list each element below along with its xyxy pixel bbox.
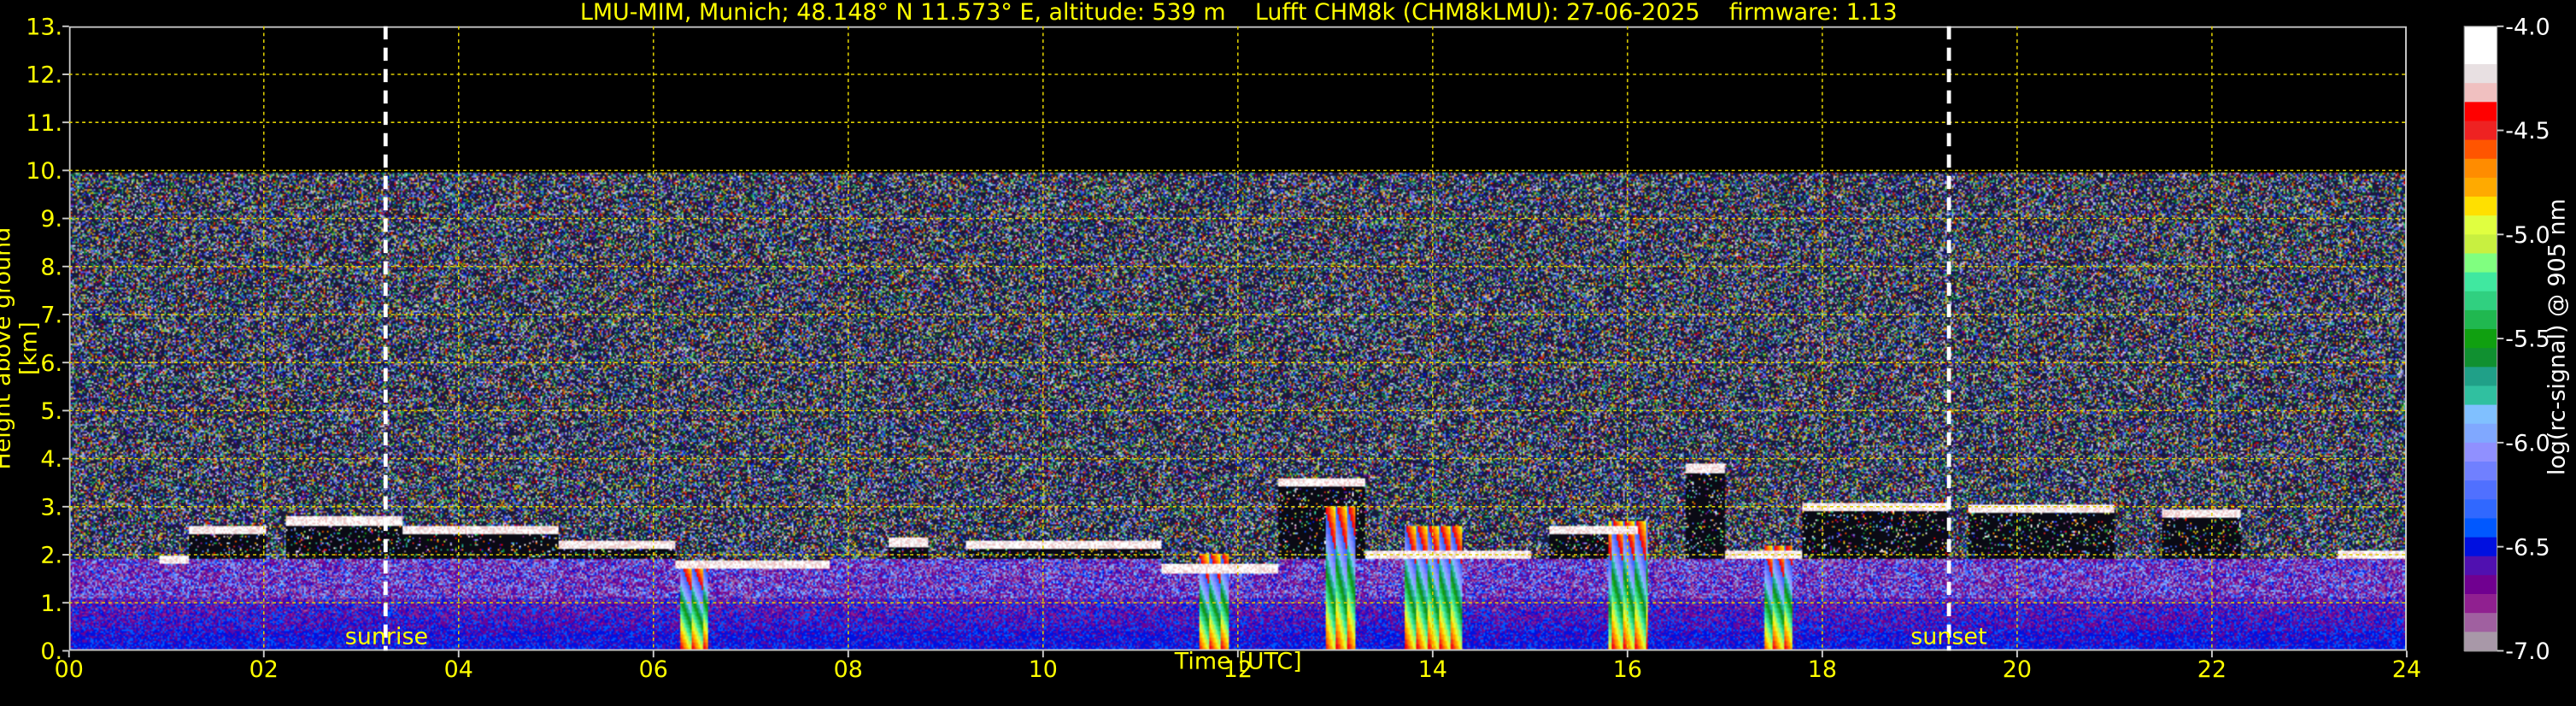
y-tick-label: 13.	[26, 14, 62, 40]
colorbar-label: log(rc-signal) @ 905 nm	[2544, 189, 2571, 485]
colorbar-swatch	[2464, 518, 2497, 538]
colorbar-swatch	[2464, 121, 2497, 140]
colorbar-swatch	[2464, 556, 2497, 576]
x-tick-label: 16	[1613, 656, 1642, 683]
y-tick-label: 0.	[40, 638, 62, 665]
colorbar-swatch	[2464, 613, 2497, 632]
colorbar-swatch	[2464, 159, 2497, 179]
colorbar-swatch	[2464, 385, 2497, 405]
colorbar-swatch	[2464, 594, 2497, 614]
colorbar-swatch	[2464, 83, 2497, 103]
x-tick-label: 08	[834, 656, 863, 683]
x-tick-label: 10	[1029, 656, 1058, 683]
x-tick-label: 24	[2392, 656, 2421, 683]
y-tick-label: 8.	[40, 254, 62, 280]
x-axis-label: Time [UTC]	[1175, 650, 1302, 676]
colorbar-swatch	[2464, 424, 2497, 444]
x-tick-label: 02	[249, 656, 279, 683]
y-tick-label: 7.	[40, 303, 62, 329]
colorbar-swatch	[2464, 178, 2497, 197]
colorbar-swatch	[2464, 405, 2497, 425]
y-tick-label: 3.	[40, 494, 62, 521]
x-tick-label: 14	[1418, 656, 1447, 683]
colorbar-tick-label: -5.0	[2505, 222, 2550, 249]
y-tick-label: 4.	[40, 446, 62, 473]
y-tick-label: 10.	[26, 158, 62, 185]
x-tick-label: 20	[2003, 656, 2032, 683]
colorbar-swatch	[2464, 499, 2497, 519]
ceilometer-figure: LMU-MIM, Munich; 48.148° N 11.573° E, al…	[0, 0, 2576, 705]
colorbar-swatch	[2464, 26, 2497, 46]
colorbar-tick-label: -5.5	[2505, 327, 2550, 353]
colorbar-swatch	[2464, 443, 2497, 462]
colorbar-swatch	[2464, 348, 2497, 368]
colorbar-tick-label: -4.0	[2505, 14, 2550, 40]
x-tick-label: 06	[639, 656, 668, 683]
y-tick-label: 9.	[40, 206, 62, 232]
sunrise-label: sunrise	[345, 625, 428, 651]
colorbar-swatch	[2464, 367, 2497, 386]
y-tick-label: 11.	[26, 110, 62, 137]
colorbar-swatch	[2464, 480, 2497, 500]
colorbar-swatch	[2464, 310, 2497, 330]
x-tick-label: 18	[1808, 656, 1837, 683]
colorbar-swatch	[2464, 64, 2497, 84]
colorbar-tick-label: -4.5	[2505, 118, 2550, 144]
colorbar-swatch	[2464, 632, 2497, 651]
axes: 00 02 04 06 08 10 12 14 16 18 20 22 240.1.2.3.4.5.6.…	[0, 0, 2576, 705]
colorbar-swatch	[2464, 45, 2497, 65]
colorbar-swatch	[2464, 575, 2497, 595]
y-tick-label: 12.	[26, 62, 62, 89]
colorbar-swatch	[2464, 273, 2497, 292]
colorbar-swatch	[2464, 329, 2497, 349]
y-axis-label: Height above ground [km]	[0, 201, 43, 497]
y-tick-label: 1.	[40, 591, 62, 617]
colorbar-swatch	[2464, 291, 2497, 311]
colorbar-tick-label: -6.0	[2505, 430, 2550, 456]
x-tick-label: 22	[2198, 656, 2227, 683]
x-tick-label: 04	[444, 656, 473, 683]
colorbar-swatch	[2464, 140, 2497, 160]
colorbar-swatch	[2464, 234, 2497, 254]
sunset-label: sunset	[1910, 625, 1986, 651]
colorbar-tick-label: -6.5	[2505, 534, 2550, 561]
colorbar-swatch	[2464, 253, 2497, 273]
colorbar-swatch	[2464, 462, 2497, 481]
colorbar-swatch	[2464, 538, 2497, 557]
y-tick-label: 5.	[40, 398, 62, 425]
colorbar-swatch	[2464, 197, 2497, 216]
colorbar-tick-label: -7.0	[2505, 638, 2550, 665]
colorbar-swatch	[2464, 102, 2497, 121]
y-tick-label: 6.	[40, 350, 62, 377]
colorbar-swatch	[2464, 215, 2497, 235]
y-tick-label: 2.	[40, 543, 62, 569]
